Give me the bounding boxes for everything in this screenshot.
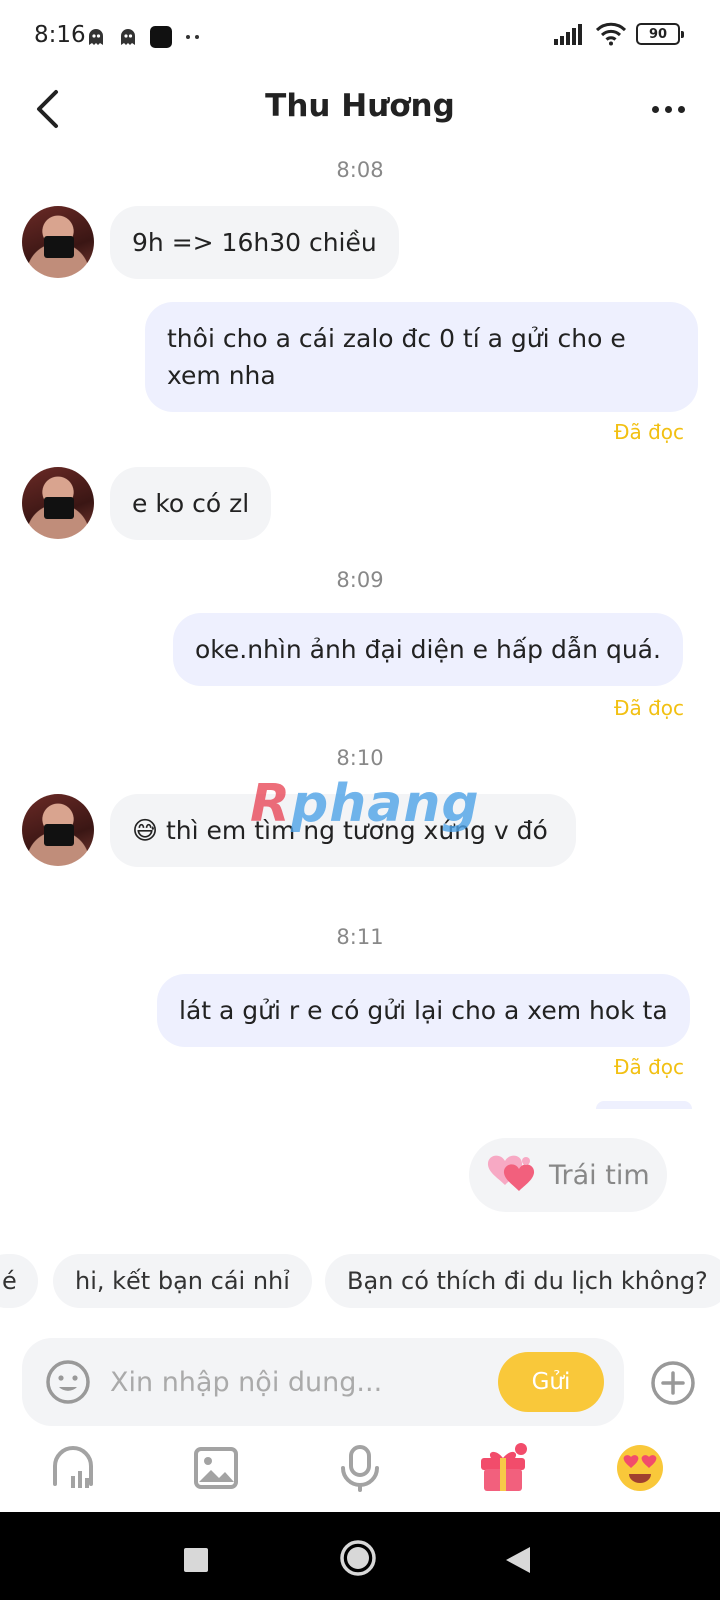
more-dot-icon [677,105,685,113]
add-icon[interactable] [650,1360,696,1406]
read-status: Đã đọc [613,420,684,444]
back-nav-icon[interactable] [500,1542,536,1578]
chat-toolbar [0,1440,720,1512]
voice-button[interactable] [332,1440,388,1496]
quick-reply-chip[interactable]: é [0,1254,38,1308]
home-icon[interactable] [338,1538,378,1578]
send-button[interactable]: Gửi [498,1352,604,1412]
battery-indicator: 90 [636,23,684,45]
wifi-icon [596,22,626,46]
heart-eyes-emoji-icon [617,1445,663,1491]
incoming-message[interactable]: 9h => 16h30 chiều [110,206,399,279]
contact-avatar[interactable] [22,467,94,539]
voice-room-icon [53,1446,93,1488]
contact-name: Thu Hương [265,88,455,124]
system-icons: 90 [554,22,684,46]
notification-icons [86,26,202,48]
time-separator: 8:09 [336,568,384,592]
incoming-message[interactable]: e ko có zl [110,467,272,540]
gift-icon [481,1443,527,1491]
microphone-icon [341,1445,379,1492]
outgoing-message[interactable]: lát a gửi r e có gửi lại cho a xem hok t… [157,974,690,1047]
status-time: 8:16 [34,22,86,48]
contact-avatar[interactable] [22,794,94,866]
gift-button[interactable] [475,1440,531,1496]
read-status: Đã đọc [613,1055,684,1079]
message-input[interactable] [110,1360,500,1404]
more-options-button[interactable] [640,86,696,132]
more-dot-icon [651,105,659,113]
quick-reply-chip[interactable]: Bạn có thích đi du lịch không? [325,1254,720,1308]
emoji-icon[interactable] [44,1358,92,1406]
heart-suggestion-button[interactable]: Trái tim [469,1138,667,1212]
heart-suggestion-label: Trái tim [549,1159,650,1191]
more-dot-icon [664,105,672,113]
hearts-icon [487,1155,535,1191]
app-square-icon [150,26,172,48]
emoji-stickers-button[interactable] [612,1440,668,1496]
outgoing-message[interactable]: oke.nhìn ảnh đại diện e hấp dẫn quá. [173,613,683,686]
ghost-icon [89,29,103,45]
time-separator: 8:11 [336,925,384,949]
more-notifications-icon [186,35,199,39]
contact-avatar[interactable] [22,206,94,278]
ghost-icon [121,29,135,45]
chat-header: Thu Hương [0,72,720,148]
read-status: Đã đọc [613,696,684,720]
time-separator: 8:10 [336,746,384,770]
image-button[interactable] [188,1440,244,1496]
image-icon [194,1447,238,1489]
status-bar: 8:16 90 [0,0,720,72]
recent-apps-icon[interactable] [178,1542,214,1578]
quick-reply-chip[interactable]: hi, kết bạn cái nhỉ [53,1254,312,1308]
time-separator: 8:08 [336,158,384,182]
outgoing-message[interactable]: thôi cho a cái zalo đc 0 tí a gửi cho e … [145,302,698,412]
message-composer: Gửi [22,1338,624,1426]
signal-icon [554,24,582,45]
partial-message [596,1101,692,1109]
system-navigation-bar [0,1512,720,1600]
voice-room-button[interactable] [45,1440,101,1496]
watermark-logo: Rphang [250,774,480,834]
battery-level: 90 [648,26,668,42]
